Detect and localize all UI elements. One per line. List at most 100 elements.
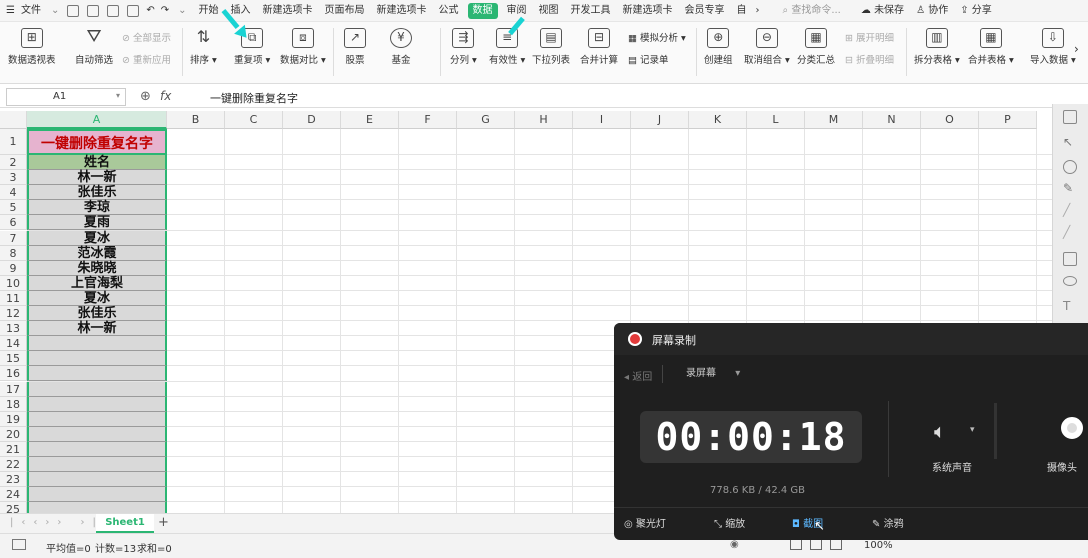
cell-empty[interactable] — [27, 472, 167, 488]
column-header-I[interactable]: I — [573, 111, 631, 129]
menu-tab-9[interactable]: 开发工具 — [565, 0, 617, 22]
formula-input[interactable]: 一键删除重复名字 — [210, 90, 298, 106]
tab-scroll-icon[interactable]: › — [753, 0, 763, 22]
menu-tab-10[interactable]: 新建选项卡 — [617, 0, 679, 22]
name-box[interactable]: A1 — [6, 88, 126, 106]
cell-empty[interactable] — [27, 396, 167, 412]
spotlight-button[interactable]: ◎ 聚光灯 — [624, 515, 666, 530]
row-header-5[interactable]: 5 — [0, 200, 27, 216]
text-tool-icon[interactable]: T — [1063, 300, 1077, 314]
show-all-button[interactable]: ⊘ 全部显示 — [122, 30, 171, 44]
column-header-P[interactable]: P — [979, 111, 1037, 129]
speaker-icon[interactable]: 🔈︎ — [934, 419, 946, 443]
cell-name[interactable]: 夏冰 — [27, 230, 167, 246]
column-header-H[interactable]: H — [515, 111, 573, 129]
collapse-button[interactable]: ⊟ 折叠明细 — [845, 52, 894, 66]
menu-tab-6[interactable]: 数据 — [467, 2, 498, 19]
cell-title[interactable]: 一键删除重复名字 — [27, 129, 167, 155]
cell-empty[interactable] — [27, 336, 167, 352]
fund-button[interactable]: ¥ 基金 — [390, 26, 412, 66]
cell-name[interactable]: 范冰霞 — [27, 245, 167, 261]
cell-empty[interactable] — [27, 426, 167, 442]
record-button[interactable]: ▤ 记录单 — [628, 52, 669, 66]
row-header-9[interactable]: 9 — [0, 260, 27, 276]
cell-name[interactable]: 林一新 — [27, 321, 167, 337]
cell-empty[interactable] — [27, 351, 167, 367]
fx-icon[interactable]: fx — [160, 89, 171, 103]
file-menu[interactable]: 文件 — [21, 0, 47, 22]
column-header-F[interactable]: F — [399, 111, 457, 129]
row-header-11[interactable]: 11 — [0, 290, 27, 306]
chevron-down-icon[interactable]: ▾ — [116, 91, 120, 100]
select-all-corner[interactable] — [0, 111, 27, 129]
cell-name[interactable]: 李琼 — [27, 200, 167, 216]
import-data-button[interactable]: ⇩ 导入数据 ▾ — [1030, 26, 1076, 66]
row-header-22[interactable]: 22 — [0, 457, 27, 473]
chevron-down-icon[interactable]: ⌄ — [47, 0, 63, 22]
cell-name[interactable]: 林一新 — [27, 170, 167, 186]
cell-name[interactable]: 张佳乐 — [27, 185, 167, 201]
row-header-12[interactable]: 12 — [0, 306, 27, 322]
row-header-23[interactable]: 23 — [0, 472, 27, 488]
row-header-17[interactable]: 17 — [0, 381, 27, 397]
cell-name[interactable]: 夏雨 — [27, 215, 167, 231]
preview-icon[interactable] — [127, 4, 140, 17]
sheet-tab-sheet1[interactable]: Sheet1 — [96, 514, 154, 533]
status-doc-icon[interactable] — [12, 539, 26, 550]
column-header-O[interactable]: O — [921, 111, 979, 129]
split-column-button[interactable]: ⇶ 分列 ▾ — [450, 26, 477, 66]
add-sheet-icon[interactable]: + — [158, 515, 169, 530]
row-header-13[interactable]: 13 — [0, 321, 27, 337]
row-header-8[interactable]: 8 — [0, 245, 27, 261]
column-header-A[interactable]: A — [27, 111, 167, 129]
menu-tab-5[interactable]: 公式 — [433, 0, 465, 22]
column-header-J[interactable]: J — [631, 111, 689, 129]
cell-empty[interactable] — [27, 411, 167, 427]
camera-icon[interactable] — [1061, 417, 1083, 439]
row-header-18[interactable]: 18 — [0, 396, 27, 412]
ribbon-scroll-icon[interactable]: › — [1074, 42, 1079, 56]
cell-empty[interactable] — [27, 366, 167, 382]
column-header-L[interactable]: L — [747, 111, 805, 129]
row-header-15[interactable]: 15 — [0, 351, 27, 367]
redo-icon[interactable]: ↷ — [158, 0, 172, 22]
column-header-G[interactable]: G — [457, 111, 515, 129]
column-header-N[interactable]: N — [863, 111, 921, 129]
chevron-down-icon[interactable]: ▾ — [970, 425, 975, 435]
menu-tab-7[interactable]: 审阅 — [501, 0, 533, 22]
menu-tab-12[interactable]: 自 — [731, 0, 753, 22]
search-box[interactable]: ⌕ 查找命令... — [777, 0, 847, 22]
row-header-19[interactable]: 19 — [0, 411, 27, 427]
expand-button[interactable]: ⊞ 展开明细 — [845, 30, 894, 44]
zoom-level[interactable]: 100% — [864, 540, 893, 551]
draw-button[interactable]: ✎ 涂鸦 — [872, 515, 904, 530]
consolidate-button[interactable]: ⊟ 合并计算 — [580, 26, 618, 66]
undo-icon[interactable]: ↶ — [143, 0, 157, 22]
cell-header-name[interactable]: 姓名 — [27, 155, 167, 171]
row-header-7[interactable]: 7 — [0, 230, 27, 246]
zoom-button[interactable]: ⤡ 缩放 — [714, 515, 745, 530]
mode-select[interactable]: 录屏幕 ▾ — [674, 363, 762, 385]
column-header-C[interactable]: C — [225, 111, 283, 129]
rectangle-tool-icon[interactable] — [1063, 252, 1077, 266]
cell-empty[interactable] — [27, 457, 167, 473]
arrow-tool-icon[interactable]: ╱ — [1063, 226, 1077, 240]
line-tool-icon[interactable]: ╱ — [1063, 204, 1077, 218]
sheet-nav-icons[interactable]: |‹‹›› ›| — [10, 517, 104, 528]
row-header-1[interactable]: 1 — [0, 129, 27, 155]
reapply-button[interactable]: ⊘ 重新应用 — [122, 52, 171, 66]
pen-icon[interactable]: ✎ — [1063, 182, 1077, 196]
save-icon[interactable] — [87, 4, 100, 17]
new-doc-icon[interactable] — [67, 4, 80, 17]
row-header-24[interactable]: 24 — [0, 487, 27, 503]
ungroup-button[interactable]: ⊖ 取消组合 ▾ — [744, 26, 790, 66]
cell-name[interactable]: 上官海梨 — [27, 275, 167, 291]
help-icon[interactable] — [1063, 160, 1077, 174]
print-icon[interactable] — [107, 4, 120, 17]
zoom-search-icon[interactable]: ⊕ — [140, 89, 151, 104]
column-header-K[interactable]: K — [689, 111, 747, 129]
back-button[interactable]: ◂ 返回 — [624, 368, 652, 383]
compare-button[interactable]: ⧈ 数据对比 ▾ — [280, 26, 326, 66]
select-tool-icon[interactable] — [1063, 110, 1077, 124]
autofilter-button[interactable]: ⛛ 自动筛选 — [75, 26, 113, 67]
